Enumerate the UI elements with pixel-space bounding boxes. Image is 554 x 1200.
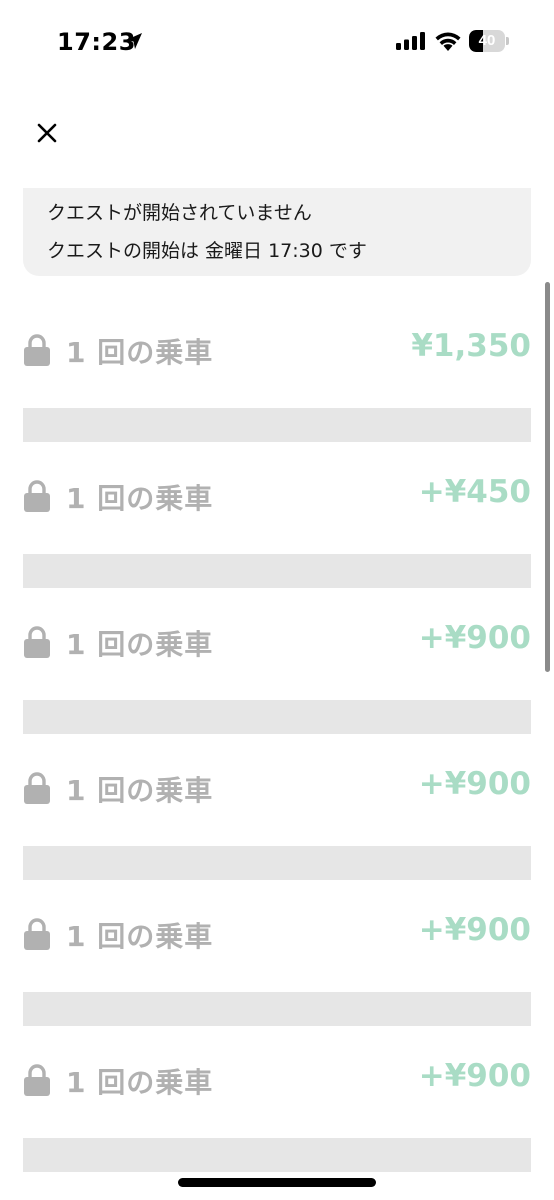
- status-bar: 17:23 40: [0, 0, 554, 84]
- quest-row-label: 1 回の乗車: [66, 774, 214, 807]
- quest-row-amount: +¥900: [418, 912, 531, 948]
- quest-row-4: 1 回の乗車 +¥900: [23, 760, 531, 894]
- quest-row-header: 1 回の乗車 ¥1,350: [23, 322, 531, 378]
- quest-row-header: 1 回の乗車 +¥900: [23, 614, 531, 670]
- quest-progress-placeholder: [23, 992, 531, 1026]
- wifi-icon: [435, 32, 461, 51]
- battery-icon: 40: [469, 30, 509, 52]
- quest-list-scroll[interactable]: クエストが開始されていません クエストの開始は 金曜日 17:30 です 1 回…: [0, 188, 554, 1200]
- quest-row-label: 1 回の乗車: [66, 628, 214, 661]
- quest-row-header: 1 回の乗車 +¥450: [23, 468, 531, 524]
- quest-progress-placeholder: [23, 1138, 531, 1172]
- quest-row-6: 1 回の乗車 +¥900: [23, 1052, 531, 1186]
- battery-percent: 40: [478, 32, 496, 49]
- quest-row-header: 1 回の乗車 +¥900: [23, 906, 531, 962]
- quest-not-started-notice: クエストが開始されていません クエストの開始は 金曜日 17:30 です: [23, 188, 531, 276]
- quest-progress-placeholder: [23, 554, 531, 588]
- close-button[interactable]: [30, 116, 64, 150]
- close-icon: [37, 123, 57, 143]
- quest-row-amount: ¥1,350: [411, 328, 531, 364]
- lock-icon: [24, 626, 50, 658]
- battery-cap: [506, 37, 509, 45]
- quest-row-5: 1 回の乗車 +¥900: [23, 906, 531, 1040]
- home-indicator[interactable]: [178, 1178, 376, 1187]
- quest-row-3: 1 回の乗車 +¥900: [23, 614, 531, 748]
- quest-row-header: 1 回の乗車 +¥900: [23, 760, 531, 816]
- quest-progress-placeholder: [23, 408, 531, 442]
- scrollbar[interactable]: [545, 282, 550, 672]
- quest-row-amount: +¥900: [418, 1058, 531, 1094]
- quest-row-label: 1 回の乗車: [66, 336, 214, 369]
- lock-icon: [24, 480, 50, 512]
- quest-row-header: 1 回の乗車 +¥900: [23, 1052, 531, 1108]
- location-arrow-icon: [126, 33, 142, 49]
- lock-icon: [24, 918, 50, 950]
- quest-row-label: 1 回の乗車: [66, 482, 214, 515]
- quest-row-amount: +¥450: [418, 474, 531, 510]
- battery-body: 40: [469, 30, 505, 52]
- quest-row-2: 1 回の乗車 +¥450: [23, 468, 531, 602]
- quest-progress-placeholder: [23, 846, 531, 880]
- notice-line-start-time: クエストの開始は 金曜日 17:30 です: [47, 240, 367, 262]
- quest-progress-placeholder: [23, 700, 531, 734]
- quest-row-1: 1 回の乗車 ¥1,350: [23, 322, 531, 456]
- notice-line-status: クエストが開始されていません: [47, 202, 312, 224]
- cellular-signal-icon: [396, 32, 425, 50]
- lock-icon: [24, 772, 50, 804]
- quest-row-amount: +¥900: [418, 620, 531, 656]
- lock-icon: [24, 334, 50, 366]
- quest-row-amount: +¥900: [418, 766, 531, 802]
- quest-row-label: 1 回の乗車: [66, 1066, 214, 1099]
- lock-icon: [24, 1064, 50, 1096]
- quest-row-label: 1 回の乗車: [66, 920, 214, 953]
